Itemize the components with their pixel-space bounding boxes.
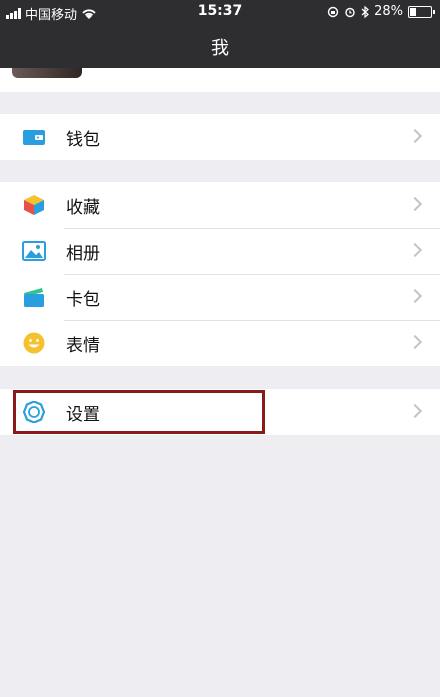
favorites-cube-icon [24, 195, 44, 215]
menu-group-content: 收藏 相册 卡包 表情 [0, 182, 440, 366]
menu-item-label: 相册 [66, 243, 100, 264]
menu-item-label: 卡包 [66, 289, 100, 310]
battery-icon [408, 5, 435, 18]
bluetooth-icon [361, 5, 370, 18]
menu-item-wallet[interactable]: 钱包 [0, 114, 440, 160]
chevron-right-icon [407, 288, 423, 304]
wallet-icon [23, 130, 45, 145]
battery-percent: 28% [374, 4, 403, 19]
alarm-icon [345, 7, 355, 17]
album-image-icon [22, 241, 46, 261]
battery-fill [410, 7, 416, 16]
menu-item-card-wallet[interactable]: 卡包 [0, 274, 440, 320]
avatar [12, 68, 82, 78]
menu-item-label: 收藏 [66, 197, 100, 218]
chevron-right-icon [407, 242, 423, 258]
emoji-smile-icon [23, 332, 45, 354]
menu-item-label: 钱包 [66, 129, 100, 150]
menu-item-label: 表情 [66, 335, 100, 356]
status-right: 28% [327, 4, 435, 19]
menu-item-favorites[interactable]: 收藏 [0, 182, 440, 228]
chevron-right-icon [407, 196, 423, 212]
top-bar: 中国移动 15:37 28% 我 [0, 0, 440, 68]
card-wallet-icon [24, 288, 44, 307]
status-bar: 中国移动 15:37 28% [0, 0, 440, 24]
chevron-right-icon [407, 128, 423, 144]
chevron-right-icon [407, 403, 423, 419]
orientation-lock-icon [327, 6, 339, 17]
menu-item-emoji[interactable]: 表情 [0, 320, 440, 366]
chevron-right-icon [407, 334, 423, 350]
profile-row[interactable] [0, 68, 440, 92]
page-title: 我 [211, 38, 229, 59]
menu-group-wallet: 钱包 [0, 114, 440, 160]
settings-highlight-box [13, 390, 265, 434]
menu-item-album[interactable]: 相册 [0, 228, 440, 274]
